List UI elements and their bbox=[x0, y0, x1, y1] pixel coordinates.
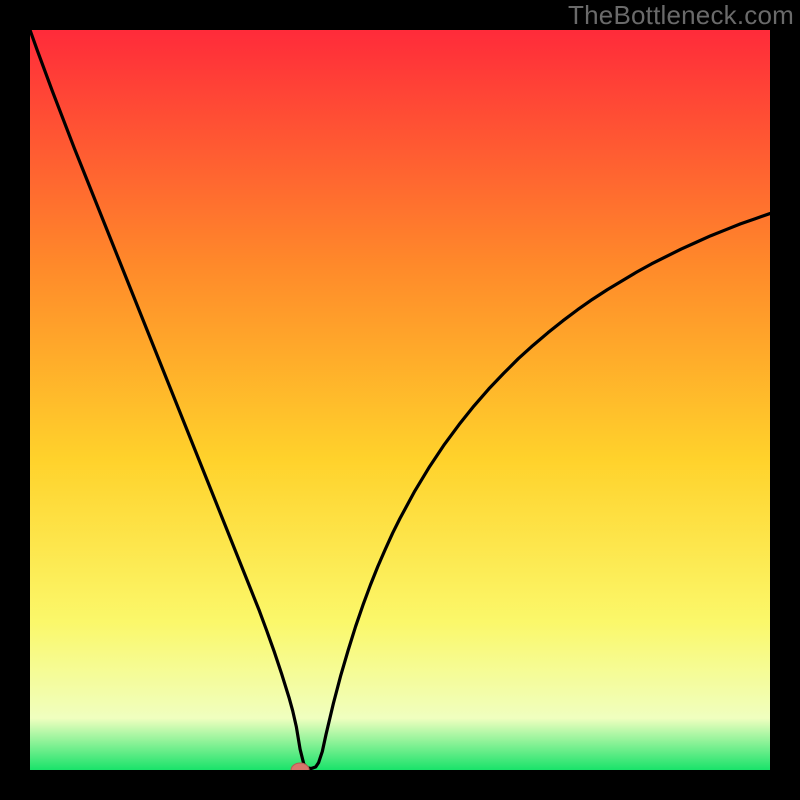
watermark-text: TheBottleneck.com bbox=[568, 0, 794, 31]
plot-svg bbox=[30, 30, 770, 770]
plot-area bbox=[30, 30, 770, 770]
chart-frame: TheBottleneck.com bbox=[0, 0, 800, 800]
gradient-background bbox=[30, 30, 770, 770]
